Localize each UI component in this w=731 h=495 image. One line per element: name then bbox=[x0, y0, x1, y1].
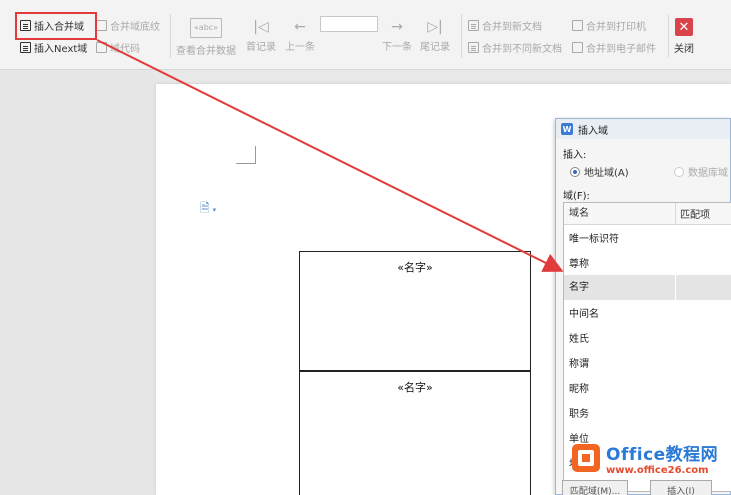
arrow-line bbox=[96, 39, 564, 272]
annotation-arrow bbox=[96, 39, 564, 272]
